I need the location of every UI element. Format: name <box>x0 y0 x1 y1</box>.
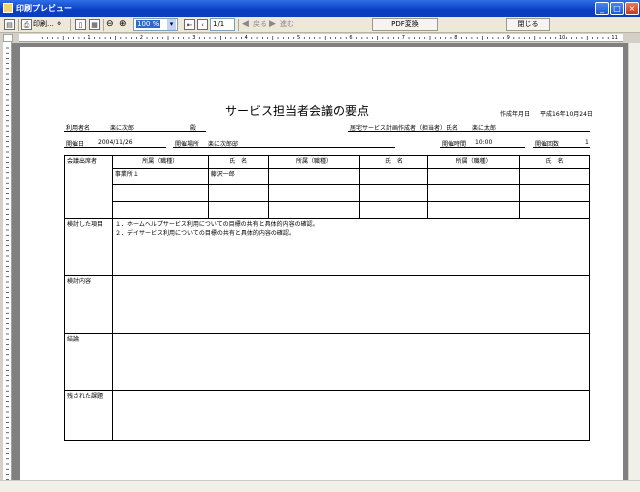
meeting-count-value: 1 <box>585 139 589 146</box>
first-page-icon[interactable]: ⇤ <box>184 19 195 30</box>
ruler-number: 7 <box>401 35 405 41</box>
table-cell <box>207 201 269 219</box>
attendee-name-cell: 藤沢一郎 <box>207 168 269 185</box>
column-header: 氏 名 <box>207 155 269 169</box>
pdf-convert-button[interactable]: PDF変換 <box>372 18 438 31</box>
table-cell <box>519 184 590 202</box>
horizontal-scrollbar[interactable] <box>0 480 640 492</box>
meeting-date-value: 2004/11/26 <box>98 139 133 146</box>
single-page-icon[interactable]: ▯ <box>75 19 86 30</box>
ruler-corner <box>3 34 13 42</box>
ruler-number: 6 <box>349 35 353 41</box>
attendees-label: 会議出席者 <box>64 155 113 219</box>
table-cell <box>359 201 429 219</box>
horizontal-ruler: 1 2 3 4 5 6 7 8 9 10 11 <box>19 34 623 42</box>
table-cell <box>359 184 429 202</box>
minimize-button[interactable]: _ <box>595 2 609 15</box>
app-icon <box>3 3 13 13</box>
examined-items-label: 検討した項目 <box>64 218 113 276</box>
planner-underline <box>348 131 590 132</box>
zoom-value: 100 % <box>136 20 161 28</box>
table-cell <box>427 184 521 202</box>
attendee-affiliation-cell: 事業所１ <box>111 168 209 185</box>
ruler-number: 8 <box>454 35 458 41</box>
table-cell <box>427 168 521 185</box>
attendees-table: 会議出席者 所属（職種） 氏 名 所属（職種） 氏 名 所属（職種） 氏 名 事… <box>64 155 590 219</box>
forward-button[interactable]: 進む <box>280 18 294 31</box>
meeting-time-value: 10:00 <box>475 139 493 146</box>
toolbar: ▤ ⎙ 印刷... ᛜ ▯ ▦ ⊖ ⊕ 100 % ▾ ⇤ ‹ 1/1 ◀ 戻る… <box>0 17 640 33</box>
vertical-ruler-ticks <box>6 47 9 480</box>
zoom-select[interactable]: 100 % ▾ <box>133 18 178 31</box>
toolbar-separator <box>103 19 104 31</box>
table-cell <box>267 168 361 185</box>
vertical-ruler <box>3 42 12 480</box>
prev-page-icon[interactable]: ‹ <box>197 19 208 30</box>
conclusion-cell <box>112 333 590 391</box>
toolbar-separator <box>70 19 71 31</box>
table-cell <box>519 168 590 185</box>
table-cell <box>207 184 269 202</box>
table-cell <box>267 184 361 202</box>
document-page: サービス担当者会議の要点 作成年月日 平成16年10月24日 利用者名 楽に次郎… <box>20 47 623 480</box>
multi-page-icon[interactable]: ▦ <box>89 19 100 30</box>
remaining-issues-label: 残された課題 <box>64 390 113 441</box>
chevron-down-icon[interactable]: ▾ <box>167 19 176 30</box>
time-underline <box>440 147 525 148</box>
back-arrow-icon[interactable]: ◀ <box>242 18 249 31</box>
window-title: 印刷プレビュー <box>16 4 72 13</box>
user-name-underline <box>64 131 206 132</box>
table-cell <box>111 201 209 219</box>
ruler-ticks <box>41 36 609 40</box>
conclusion-label: 結論 <box>64 333 113 391</box>
close-window-button[interactable]: × <box>625 2 639 15</box>
close-preview-button[interactable]: 閉じる <box>506 18 550 31</box>
column-header: 氏 名 <box>359 155 429 169</box>
examined-item-2: ２．デイサービス利用についての目標の共有と具体的内容の確認。 <box>115 230 295 237</box>
ruler-number: 9 <box>506 35 510 41</box>
zoom-out-icon[interactable]: ⊖ <box>106 18 114 31</box>
vertical-scrollbar[interactable] <box>628 43 640 480</box>
toolbar-separator <box>238 19 239 31</box>
ruler-number: 5 <box>297 35 301 41</box>
content-cell <box>112 275 590 334</box>
column-header: 所属（職種） <box>427 155 521 169</box>
ruler-number: 1 <box>87 35 91 41</box>
content-label: 検討内容 <box>64 275 113 334</box>
table-cell <box>427 201 521 219</box>
ruler-number: 4 <box>244 35 248 41</box>
ruler-number: 10 <box>559 35 566 41</box>
examined-items-cell: １．ホームヘルプサービス利用についての目標の共有と具体的内容の確認。 ２．デイサ… <box>112 218 590 276</box>
forward-arrow-icon[interactable]: ▶ <box>269 18 276 31</box>
page-setup-icon[interactable]: ▤ <box>4 19 15 30</box>
table-cell <box>519 201 590 219</box>
date-underline <box>64 147 166 148</box>
back-button[interactable]: 戻る <box>253 18 267 31</box>
toolbar-separator <box>18 19 19 31</box>
created-date-label: 作成年月日 <box>500 111 531 118</box>
table-cell <box>359 168 429 185</box>
ruler-number: 2 <box>139 35 143 41</box>
table-cell <box>267 201 361 219</box>
sections-table: 検討した項目 １．ホームヘルプサービス利用についての目標の共有と具体的内容の確認… <box>64 218 590 441</box>
page-input[interactable]: 1/1 <box>210 18 235 31</box>
binoculars-icon[interactable]: ᛜ <box>57 18 61 31</box>
print-button[interactable]: 印刷... <box>33 18 54 31</box>
ruler-number: 3 <box>192 35 196 41</box>
remaining-issues-cell <box>112 390 590 441</box>
column-header: 所属（職種） <box>267 155 361 169</box>
document-title: サービス担当者会議の要点 <box>225 104 370 118</box>
created-date-value: 平成16年10月24日 <box>540 111 593 118</box>
title-bar: 印刷プレビュー _ □ × <box>0 0 640 17</box>
column-header: 所属（職種） <box>111 155 209 169</box>
table-cell <box>111 184 209 202</box>
zoom-in-icon[interactable]: ⊕ <box>119 18 127 31</box>
column-header: 氏 名 <box>519 155 590 169</box>
examined-item-1: １．ホームヘルプサービス利用についての目標の共有と具体的内容の確認。 <box>115 221 319 228</box>
printer-icon[interactable]: ⎙ <box>21 19 32 30</box>
ruler-number: 11 <box>611 35 618 41</box>
place-underline <box>173 147 395 148</box>
maximize-button[interactable]: □ <box>610 2 624 15</box>
count-underline <box>533 147 590 148</box>
